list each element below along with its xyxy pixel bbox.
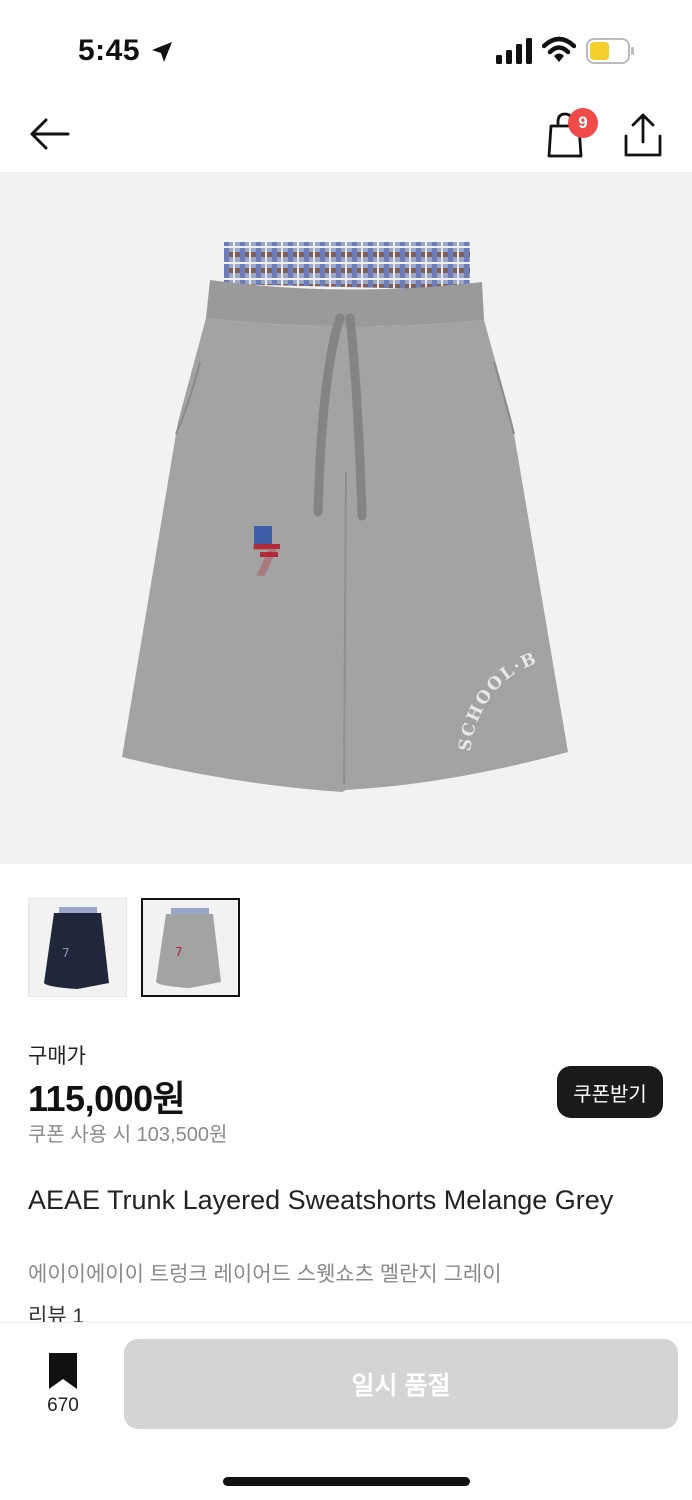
sold-out-button[interactable]: 일시 품절	[124, 1339, 678, 1429]
location-arrow-icon	[152, 42, 172, 62]
status-time: 5:45	[78, 34, 141, 67]
color-thumbnails: 7 7	[28, 898, 240, 998]
top-nav: 9	[0, 100, 692, 172]
signal-icon	[496, 38, 532, 64]
wifi-icon	[542, 36, 576, 62]
coupon-price: 쿠폰 사용 시 103,500원	[28, 1124, 228, 1146]
svg-text:7: 7	[62, 946, 70, 960]
cart-count-badge: 9	[568, 108, 598, 138]
thumbnail-navy[interactable]: 7	[28, 898, 127, 997]
battery-icon	[586, 38, 634, 64]
bookmark-count: 670	[47, 1395, 79, 1416]
back-arrow-icon[interactable]	[28, 114, 72, 154]
product-name-english: AEAE Trunk Layered Sweatshorts Melange G…	[28, 1185, 614, 1215]
price-label: 구매가	[28, 1045, 86, 1068]
get-coupon-button[interactable]: 쿠폰받기	[557, 1066, 663, 1118]
share-icon[interactable]	[622, 112, 664, 158]
product-price: 115,000원	[28, 1078, 186, 1119]
status-bar: 5:45	[0, 0, 692, 100]
product-name-korean: 에이이에이이 트렁크 레이어드 스웻쇼츠 멜란지 그레이	[28, 1263, 502, 1286]
home-indicator	[223, 1477, 470, 1486]
svg-text:7: 7	[175, 945, 183, 959]
bookmark-button[interactable]: 670	[28, 1353, 98, 1423]
thumbnail-grey[interactable]: 7	[141, 898, 240, 997]
bookmark-icon	[49, 1353, 77, 1389]
product-main-image[interactable]: 7 SCHOOL·BOY	[0, 172, 692, 864]
patch-number-graphic: 7	[250, 536, 281, 587]
bottom-action-bar: 670 일시 품절	[0, 1322, 692, 1500]
